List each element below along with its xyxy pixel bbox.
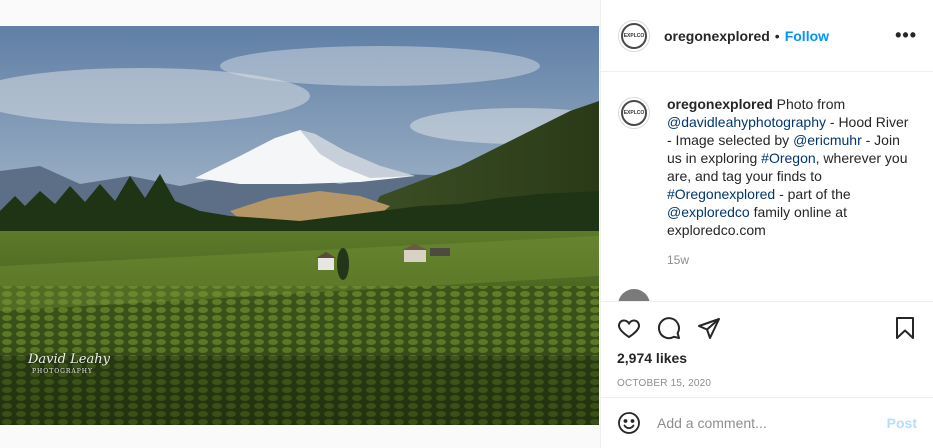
comments-list[interactable]: EXPLCO oregonexplored Photo from @davidl… <box>601 73 933 301</box>
post-date[interactable]: OCTOBER 15, 2020 <box>617 378 917 389</box>
caption-link[interactable]: #Oregon <box>761 150 815 166</box>
caption-comment: EXPLCO oregonexplored Photo from @davidl… <box>618 95 917 239</box>
share-icon[interactable] <box>697 316 721 340</box>
caption-timestamp[interactable]: 15w <box>667 253 917 267</box>
next-comment-partial <box>618 289 917 301</box>
caption-link[interactable]: @davidleahyphotography <box>667 114 826 130</box>
avatar-logo: EXPLCO <box>621 22 647 49</box>
more-options-icon[interactable]: ••• <box>895 25 917 46</box>
add-comment-bar: Post <box>601 397 933 448</box>
author-username[interactable]: oregonexplored <box>664 28 770 44</box>
post-media-area: David Leahy PHOTOGRAPHY <box>0 0 600 448</box>
caption-text-segment: - part of the <box>775 186 851 202</box>
author-avatar[interactable]: EXPLCO <box>618 19 650 52</box>
post-comment-button[interactable]: Post <box>887 415 917 431</box>
emoji-icon[interactable] <box>617 411 641 435</box>
comment-input[interactable] <box>657 415 887 431</box>
caption-username[interactable]: oregonexplored <box>667 96 773 112</box>
avatar-logo: EXPLCO <box>621 100 647 126</box>
post-side-panel: EXPLCO oregonexplored • Follow ••• EXPLC… <box>600 0 933 448</box>
likes-count[interactable]: 2,974 likes <box>617 350 917 366</box>
caption-author-avatar[interactable]: EXPLCO <box>618 97 650 129</box>
caption-body: Photo from @davidleahyphotography - Hood… <box>667 96 908 238</box>
post-header: EXPLCO oregonexplored • Follow ••• <box>601 0 933 72</box>
post-actions-section: 2,974 likes OCTOBER 15, 2020 <box>601 301 933 389</box>
caption-link[interactable]: @exploredco <box>667 204 750 220</box>
commenter-avatar[interactable] <box>618 289 650 301</box>
caption-link[interactable]: #Oregonexplored <box>667 186 775 202</box>
action-bar <box>617 302 917 350</box>
heart-icon[interactable] <box>617 316 641 340</box>
caption-link[interactable]: @ericmuhr <box>793 132 862 148</box>
caption-text: oregonexplored Photo from @davidleahypho… <box>667 95 911 239</box>
bookmark-icon[interactable] <box>893 316 917 340</box>
follow-button[interactable]: Follow <box>785 28 829 44</box>
photographer-watermark: David Leahy PHOTOGRAPHY <box>28 352 110 375</box>
comment-icon[interactable] <box>657 316 681 340</box>
caption-text-segment: Photo from <box>772 96 846 112</box>
separator-dot: • <box>774 27 780 44</box>
